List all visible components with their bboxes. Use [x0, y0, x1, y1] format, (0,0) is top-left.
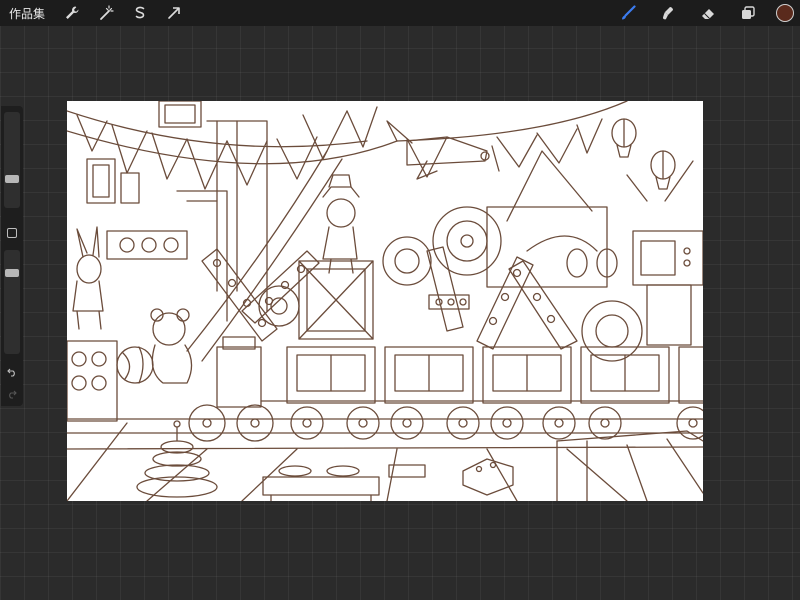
drawing-canvas[interactable]	[67, 101, 703, 501]
bunting-flags	[67, 101, 628, 190]
top-toolbar: 作品集	[0, 0, 800, 26]
undo-icon	[7, 368, 15, 377]
left-boxes	[67, 230, 188, 422]
redo-button[interactable]	[6, 388, 18, 400]
layers-icon[interactable]	[736, 1, 760, 25]
opacity-slider[interactable]	[4, 250, 20, 354]
wooden-crate	[298, 260, 374, 340]
opacity-thumb[interactable]	[5, 269, 19, 277]
wall-frames	[86, 101, 202, 204]
adjustments-wand-icon[interactable]	[94, 1, 118, 25]
girl-figure	[322, 174, 360, 274]
brush-icon[interactable]	[616, 1, 640, 25]
gear-shapes	[258, 206, 643, 362]
gallery-button[interactable]: 作品集	[9, 5, 45, 22]
modify-button[interactable]	[7, 228, 17, 238]
current-color-swatch[interactable]	[776, 4, 794, 22]
teddy-bear-toy	[150, 308, 193, 384]
floor-lines	[67, 418, 703, 501]
selection-icon[interactable]	[128, 1, 152, 25]
smudge-icon[interactable]	[656, 1, 680, 25]
toy-room-sketch	[67, 101, 703, 501]
transform-arrow-icon[interactable]	[162, 1, 186, 25]
striped-ball	[116, 346, 154, 384]
hot-air-balloons	[611, 118, 676, 190]
construction-beams	[201, 246, 578, 350]
left-sidebar	[1, 106, 23, 406]
background-blocks	[486, 150, 618, 288]
toy-airplane	[386, 120, 500, 180]
brush-size-thumb[interactable]	[5, 175, 19, 183]
actions-wrench-icon[interactable]	[60, 1, 84, 25]
toy-train	[216, 336, 703, 408]
bunny-toy	[72, 226, 104, 330]
front-right-box	[556, 430, 703, 501]
eraser-icon[interactable]	[696, 1, 720, 25]
brush-size-slider[interactable]	[4, 112, 20, 208]
redo-icon	[9, 390, 17, 399]
undo-button[interactable]	[6, 366, 18, 378]
right-tool-group	[608, 0, 800, 26]
